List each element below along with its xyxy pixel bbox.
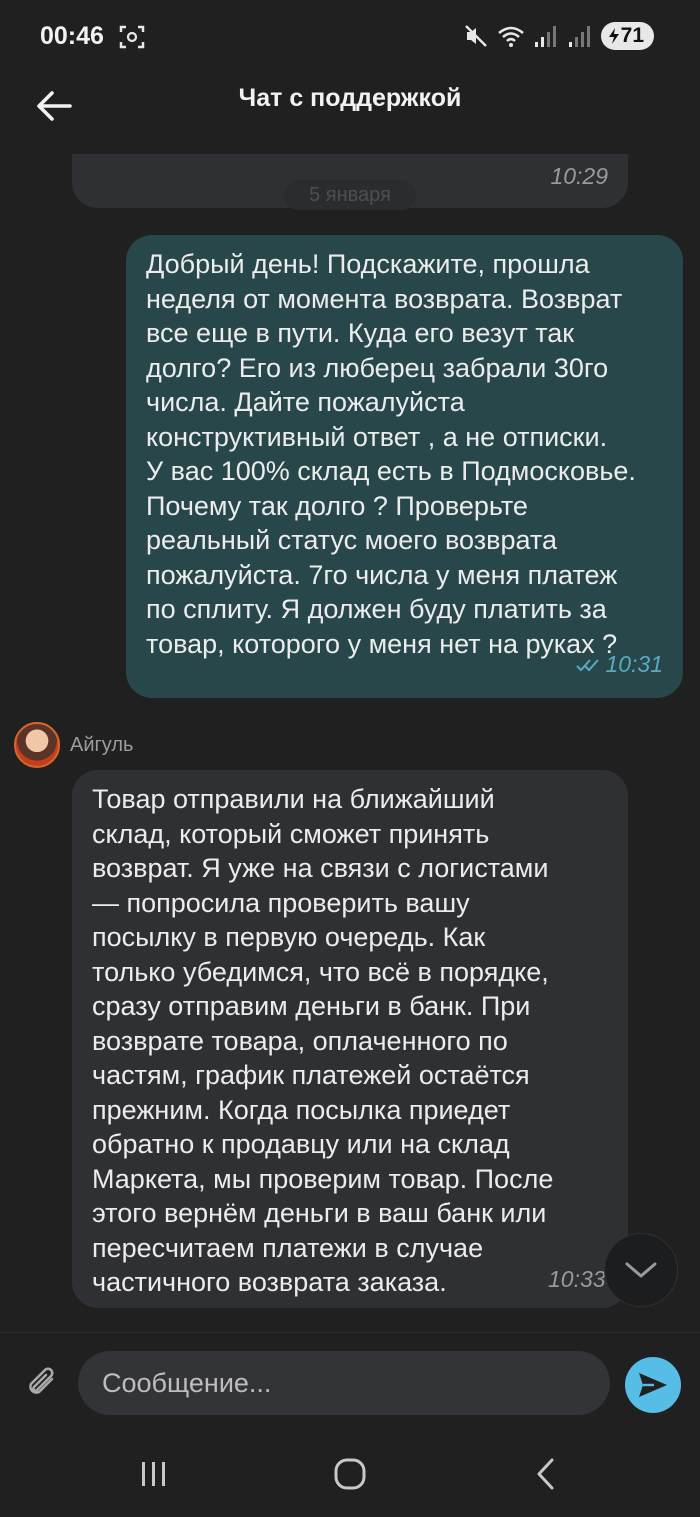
double-check-icon (576, 658, 600, 671)
status-bar: 00:46 71 (0, 0, 700, 72)
status-time: 00:46 (40, 22, 104, 50)
signal-icon-2 (568, 26, 590, 47)
page-title: Чат с поддержкой (238, 84, 462, 112)
signal-icon (534, 26, 556, 47)
message-time: 10:31 (575, 651, 663, 678)
recents-icon (142, 1462, 165, 1486)
home-icon (334, 1458, 366, 1490)
send-button[interactable] (625, 1357, 681, 1413)
message-time: 10:29 (550, 163, 608, 189)
wifi-icon (497, 26, 524, 47)
chat-header: Чат с поддержкой (0, 72, 700, 154)
message-text: Добрый день! Подскажите, прошла неделя о… (146, 249, 636, 659)
nav-home-button[interactable] (320, 1452, 380, 1496)
nav-back-icon (537, 1458, 554, 1490)
avatar (14, 722, 60, 768)
mute-icon (464, 25, 487, 47)
battery-level: 71 (620, 24, 644, 47)
nav-recents-button[interactable] (124, 1452, 184, 1496)
chat-messages[interactable]: 10:29 5 января Добрый день! Подскажите, … (0, 154, 700, 1332)
screenshot-icon (119, 25, 145, 49)
message-time-text: 10:31 (605, 651, 663, 677)
chevron-down-icon (625, 1262, 657, 1278)
sender-name: Айгуль (70, 734, 134, 756)
message-composer (0, 1332, 700, 1430)
message-input[interactable] (78, 1351, 610, 1415)
status-icons: 71 (463, 20, 654, 52)
message-text: Товар отправили на ближайший склад, кото… (92, 784, 554, 1297)
battery-indicator: 71 (600, 22, 654, 50)
paperclip-icon (29, 1367, 54, 1394)
system-nav-bar (0, 1430, 700, 1517)
date-separator: 5 января (284, 180, 416, 210)
attach-button[interactable] (20, 1361, 66, 1407)
message-incoming: Товар отправили на ближайший склад, кото… (72, 770, 628, 1308)
send-icon (639, 1373, 667, 1397)
message-time: 10:33 (548, 1266, 606, 1292)
nav-back-button[interactable] (516, 1452, 576, 1496)
message-outgoing: Добрый день! Подскажите, прошла неделя о… (126, 235, 683, 698)
charging-icon (608, 28, 619, 44)
scroll-down-button[interactable] (604, 1233, 678, 1307)
